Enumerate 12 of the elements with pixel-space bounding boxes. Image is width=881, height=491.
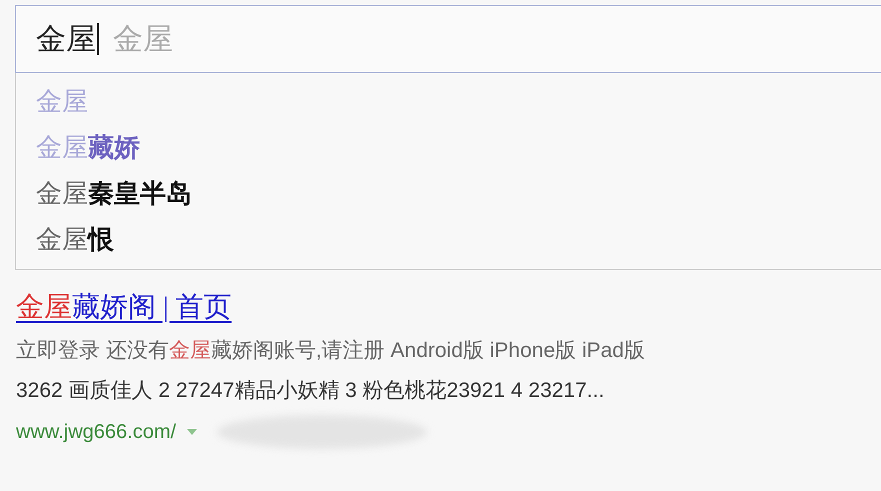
suggestion-item[interactable]: 金屋藏娇 — [36, 125, 881, 171]
result-title-link[interactable]: 金屋藏娇阁 | 首页 — [16, 288, 232, 326]
suggestion-item[interactable]: 金屋恨 — [36, 217, 881, 263]
text-cursor — [97, 23, 99, 55]
dropdown-arrow-icon[interactable] — [186, 428, 198, 436]
search-value: 金屋 — [36, 22, 96, 58]
result-snippet: 3262 画质佳人 2 27247精品小妖精 3 粉色桃花23921 4 23217... — [16, 378, 606, 404]
suggestion-item[interactable]: 金屋秦皇半岛 — [36, 171, 881, 217]
search-hint: 金屋 — [113, 22, 173, 58]
search-field[interactable]: 金屋 金屋 — [15, 5, 881, 73]
result-snippet: 立即登录 还没有金屋藏娇阁账号,请注册 Android版 iPhone版 iPad版 — [16, 338, 646, 364]
result-url: www.jwg666.com/ — [16, 420, 176, 444]
